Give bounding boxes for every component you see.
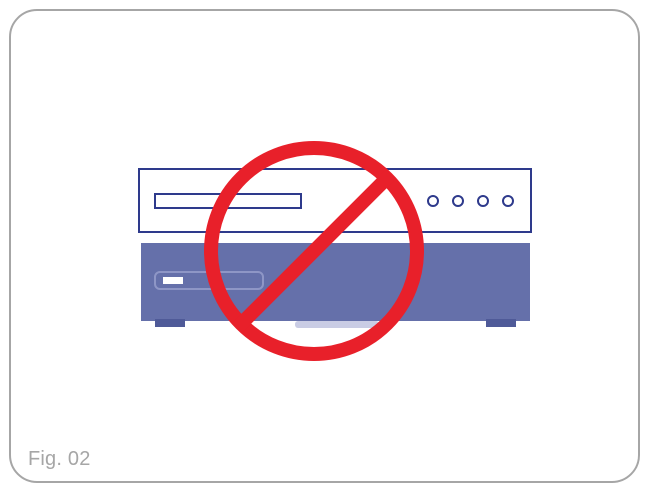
base-device-usb-port bbox=[163, 277, 183, 284]
base-device-foot-left bbox=[155, 319, 185, 327]
media-player-button-1 bbox=[427, 195, 439, 207]
media-player-button-2 bbox=[452, 195, 464, 207]
figure-caption: Fig. 02 bbox=[28, 448, 91, 470]
media-player-button-4 bbox=[502, 195, 514, 207]
media-player-button-3 bbox=[477, 195, 489, 207]
base-device-body bbox=[141, 243, 530, 321]
base-device bbox=[141, 243, 530, 328]
stacking-illustration bbox=[138, 141, 532, 361]
base-device-stand bbox=[295, 321, 379, 328]
base-device-foot-right bbox=[486, 319, 516, 327]
